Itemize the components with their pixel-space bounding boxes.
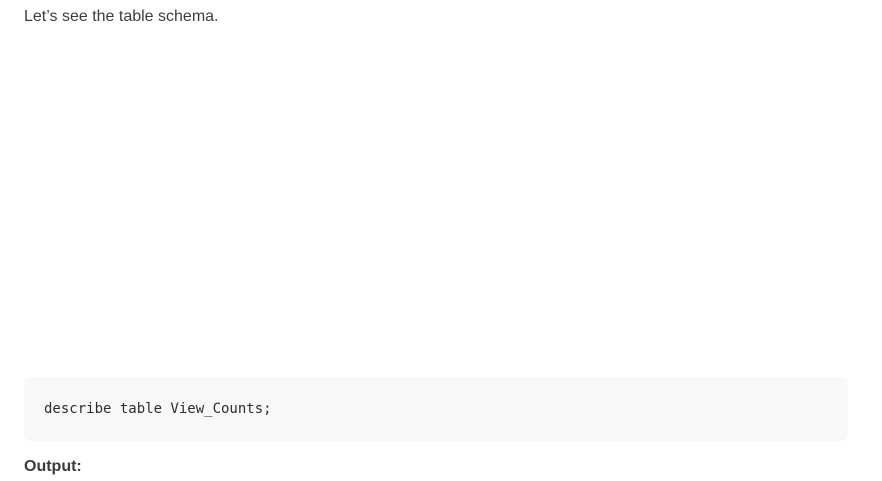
- intro-paragraph: Let’s see the table schema.: [24, 8, 219, 25]
- code-block: describe table View_Counts;: [24, 377, 848, 441]
- code-text: describe table View_Counts;: [44, 401, 272, 417]
- output-label: Output:: [24, 458, 82, 475]
